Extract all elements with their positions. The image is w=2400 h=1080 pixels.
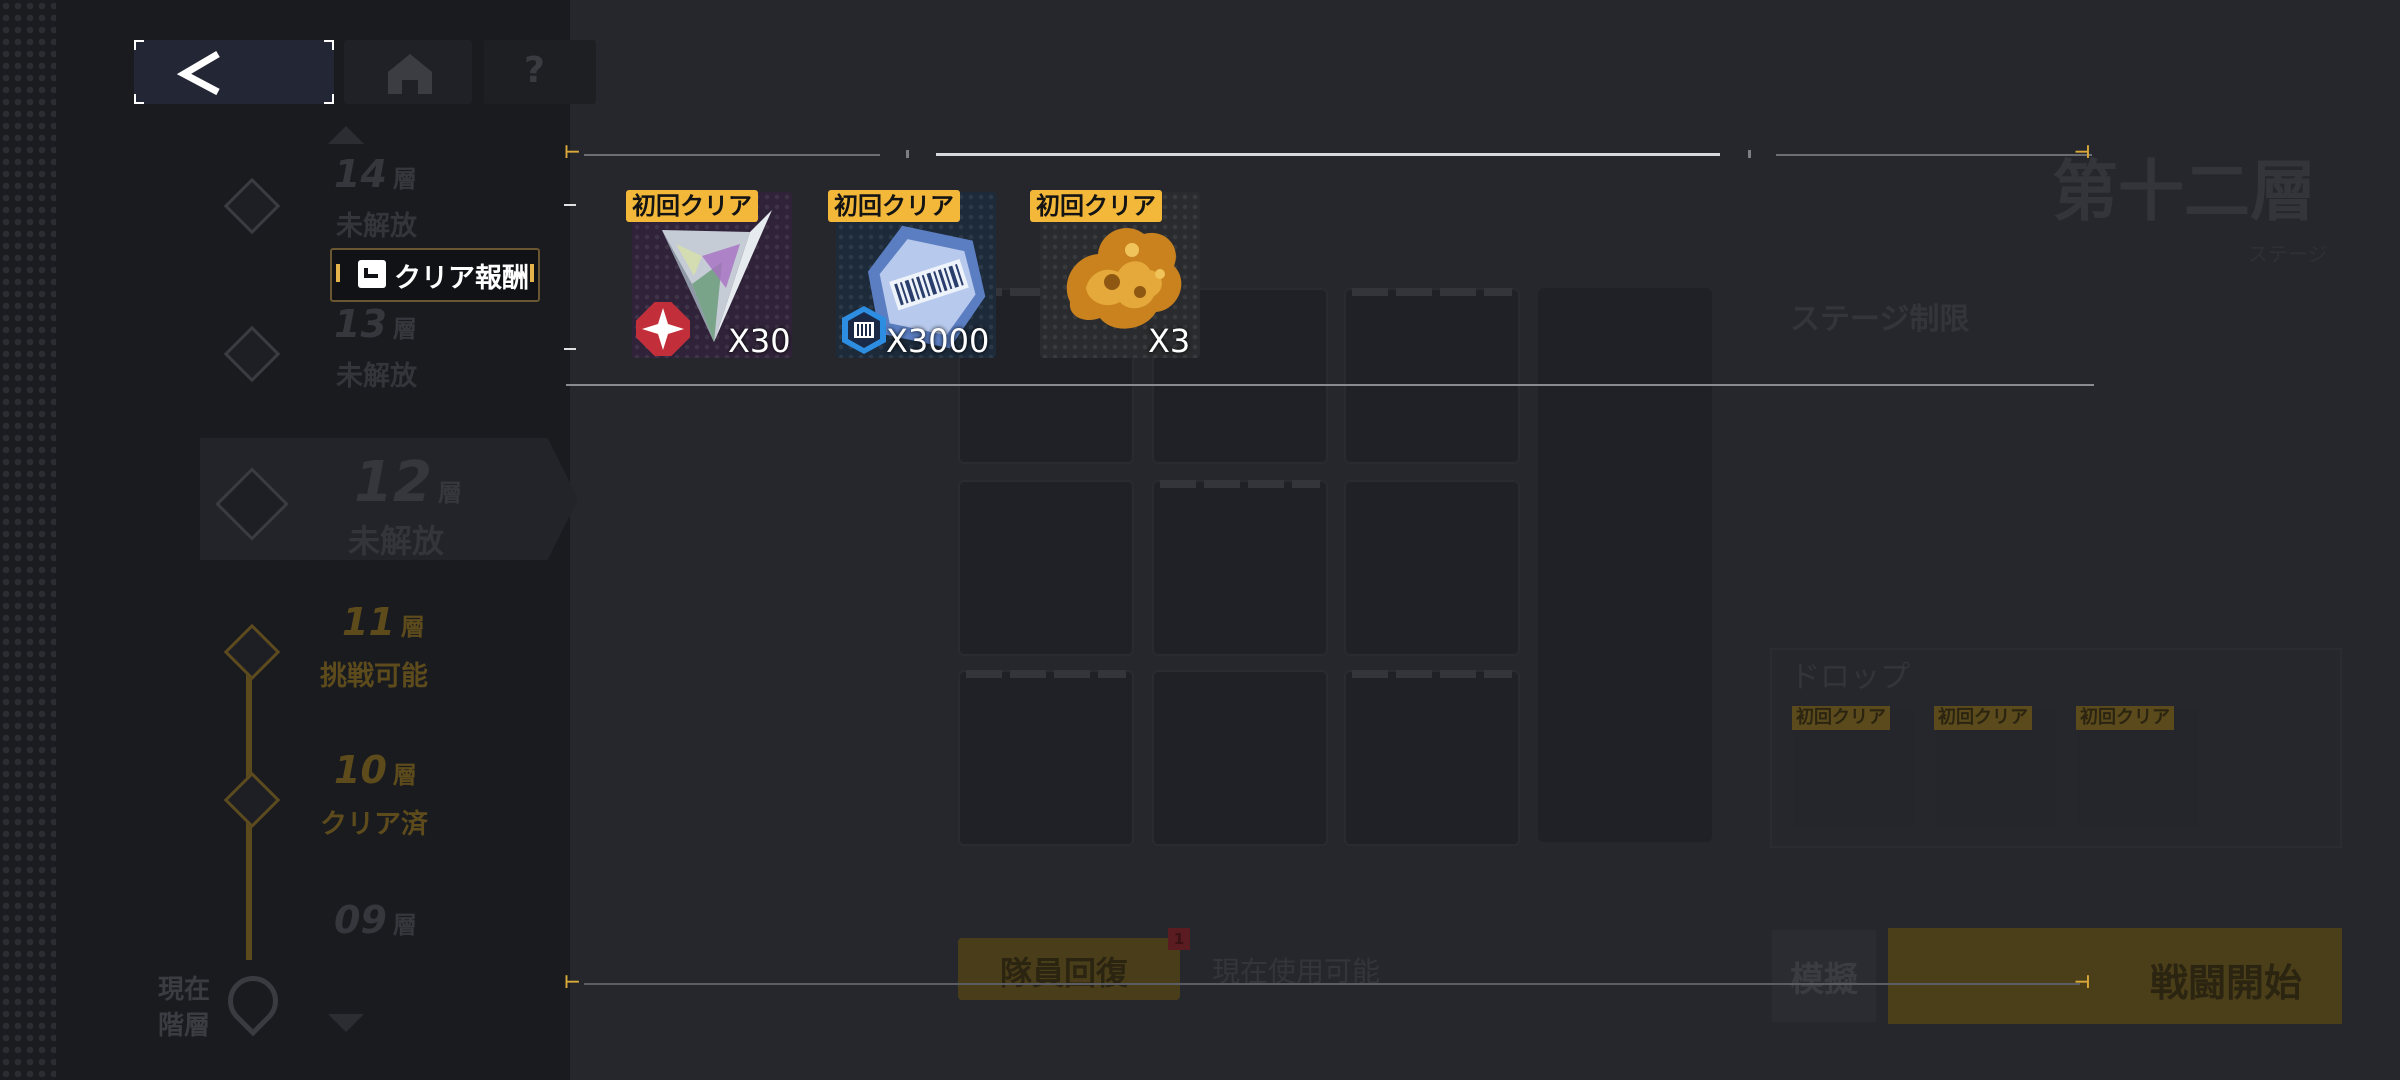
- recover-members-label: 隊員回復: [1000, 954, 1129, 992]
- help-label: ?: [524, 50, 545, 91]
- drop-item-tag: 初回クリア: [2076, 706, 2174, 730]
- formation-slot[interactable]: [958, 480, 1134, 656]
- top-rule: [584, 154, 880, 156]
- first-clear-tag: 初回クリア: [828, 190, 960, 222]
- formation-slot[interactable]: [1344, 480, 1520, 656]
- drop-title: ドロップ: [1790, 660, 1910, 695]
- stage-limit-label: ステージ制限: [1790, 302, 1970, 337]
- floor-14-status: 未解放: [336, 211, 417, 242]
- recover-count-badge: 1: [1168, 928, 1190, 950]
- start-battle-label: 戦闘開始: [2150, 961, 2303, 1005]
- scroll-down-icon[interactable]: [328, 1014, 364, 1032]
- reward-quantity: X3: [1148, 322, 1191, 360]
- formation-column: [1538, 288, 1712, 842]
- side-tick: [564, 348, 576, 350]
- home-button[interactable]: [344, 40, 472, 104]
- stage-subtitle: ステージ: [2248, 242, 2328, 266]
- drop-item-tag: 初回クリア: [1934, 706, 2032, 730]
- floor-13-status: 未解放: [336, 361, 417, 392]
- top-rule-highlight: [936, 153, 1720, 156]
- floor-12-number[interactable]: 12 層: [354, 450, 462, 515]
- rule-end-mark: ⊢: [564, 142, 581, 163]
- drop-item-tag: 初回クリア: [1792, 706, 1890, 730]
- current-floor-label[interactable]: 現在 階層: [158, 972, 210, 1044]
- formation-slot[interactable]: [1152, 670, 1328, 846]
- rule-end-mark: ⊣: [2074, 972, 2091, 993]
- first-clear-tag: 初回クリア: [626, 190, 758, 222]
- rule-end-mark: ⊢: [564, 972, 581, 993]
- star-badge-icon: [636, 302, 690, 356]
- formation-slot[interactable]: [1344, 670, 1520, 846]
- clear-reward-tab[interactable]: クリア報酬: [330, 248, 540, 302]
- document-icon: [358, 260, 386, 288]
- help-button[interactable]: ?: [484, 40, 596, 104]
- reward-quantity: X3000: [886, 322, 990, 360]
- rule-tick: [1748, 150, 1751, 158]
- formation-slot[interactable]: [958, 670, 1134, 846]
- floor-13-number[interactable]: 13 層: [334, 302, 417, 346]
- scroll-up-icon[interactable]: [328, 126, 364, 144]
- first-clear-tag: 初回クリア: [1030, 190, 1162, 222]
- floor-10-number[interactable]: 10 層: [334, 748, 417, 792]
- floor-14-number[interactable]: 14 層: [334, 152, 417, 196]
- floor-12-status: 未解放: [348, 522, 445, 560]
- clear-reward-label: クリア報酬: [394, 263, 529, 294]
- stage-select-background: 14 層 未解放 13 層 未解放 12 層 未解放 11 層 挑戦可能 10 層 クリア…: [0, 0, 2400, 1080]
- floor-11-status: 挑戦可能: [320, 661, 428, 692]
- floor-10-status: クリア済: [320, 809, 428, 840]
- top-rule: [1776, 154, 2092, 156]
- rule-tick: [906, 150, 909, 158]
- reward-quantity: X30: [728, 322, 791, 360]
- chevron-left-icon: [176, 50, 220, 96]
- formation-slot[interactable]: [1152, 480, 1328, 656]
- stage-title: 第十二層: [2052, 153, 2316, 230]
- bottom-rule: [584, 983, 2080, 985]
- formation-slot[interactable]: [1344, 288, 1520, 464]
- floor-09-number[interactable]: 09 層: [334, 898, 417, 942]
- rule-end-mark: ⊣: [2074, 142, 2091, 163]
- back-button[interactable]: [134, 40, 334, 104]
- rewards-divider: [566, 384, 2094, 386]
- hex-badge-icon: [842, 306, 886, 354]
- dot-pattern: [0, 0, 56, 1080]
- side-tick: [564, 204, 576, 206]
- floor-11-number[interactable]: 11 層: [342, 600, 425, 644]
- home-icon: [388, 54, 432, 94]
- mock-battle-label: 模擬: [1790, 960, 1858, 1000]
